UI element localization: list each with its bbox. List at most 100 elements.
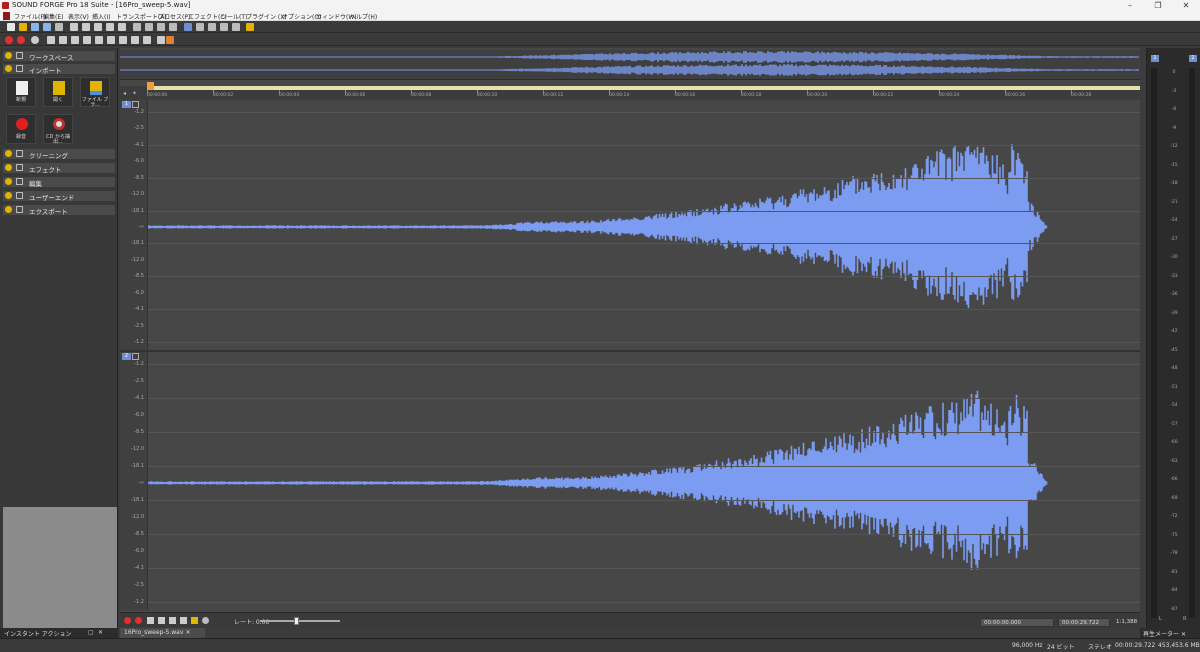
close-button[interactable]: ✕ — [1172, 0, 1200, 11]
section-edit[interactable]: 編集 — [3, 177, 115, 188]
meter-tab[interactable]: 再生メーター ✕ — [1140, 628, 1200, 638]
loop-icon[interactable] — [202, 617, 209, 624]
document-tab[interactable]: 16Pro_sweep-5.wav ✕ — [120, 628, 205, 638]
pencil-tool-icon[interactable] — [208, 23, 216, 31]
section-workspace[interactable]: ワークスペース — [3, 51, 115, 62]
overview-bar[interactable] — [119, 50, 1140, 80]
selection-start-field[interactable]: 00:00:00.000 — [980, 618, 1054, 627]
meter-channel-2[interactable]: 2 — [1189, 55, 1197, 62]
new-icon[interactable] — [7, 23, 15, 31]
new-file-icon — [16, 81, 28, 95]
forward-icon[interactable] — [119, 36, 127, 44]
loop-icon[interactable] — [31, 36, 39, 44]
record-arm-icon[interactable] — [17, 36, 25, 44]
stop-icon[interactable] — [169, 617, 176, 624]
import-cd-extract-tile[interactable]: CD から抽出... — [43, 114, 73, 145]
go-end-icon[interactable] — [131, 36, 139, 44]
channel-number[interactable]: 1 — [122, 101, 131, 108]
rewind-icon[interactable] — [107, 36, 115, 44]
meter-scale-label: -30 — [1170, 255, 1178, 260]
section-export[interactable]: エクスポート — [3, 205, 115, 216]
save-icon[interactable] — [31, 23, 39, 31]
trim-icon[interactable] — [118, 23, 126, 31]
go-start-icon[interactable] — [95, 36, 103, 44]
channel-2[interactable]: 2 -1.2 -2.5 -4.1 -6.0 -8.5 -12.0 -18.1 -∞ -18.1 -… — [120, 352, 1140, 610]
punch-icon[interactable] — [157, 36, 165, 44]
meter-scale-label: -48 — [1170, 366, 1178, 371]
paste-icon[interactable] — [94, 23, 102, 31]
cut-icon[interactable] — [70, 23, 78, 31]
envelope-tool-icon[interactable] — [220, 23, 228, 31]
section-import[interactable]: インポート — [3, 64, 115, 75]
rate-slider-knob[interactable] — [294, 617, 299, 625]
section-cleaning[interactable]: クリーニング — [3, 149, 115, 160]
rate-slider[interactable] — [260, 617, 340, 625]
play-all-icon[interactable] — [47, 36, 55, 44]
ruler-snap-icon[interactable]: ✦ — [132, 90, 137, 97]
menu-process[interactable]: プロセス(P) — [158, 12, 190, 21]
play-icon[interactable] — [180, 617, 187, 624]
status-bit-depth: 24 ビット — [1047, 644, 1075, 651]
save-as-icon[interactable] — [43, 23, 51, 31]
import-file-browser-tile[interactable]: ファイル ブラ... — [80, 77, 110, 108]
play-icon[interactable] — [59, 36, 67, 44]
snap-icon[interactable] — [166, 36, 174, 44]
channel-minimize-icon[interactable] — [132, 353, 139, 360]
next-marker-icon[interactable] — [143, 36, 151, 44]
copy-icon[interactable] — [82, 23, 90, 31]
maximize-button[interactable]: ❐ — [1144, 0, 1172, 11]
close-tab-icon[interactable]: ✕ — [1181, 631, 1186, 638]
import-new-tile[interactable]: 新規 — [6, 77, 36, 107]
go-start-icon[interactable] — [147, 617, 154, 624]
pin-icon[interactable]: ▢ — [88, 629, 94, 636]
waveform-channel-1[interactable] — [148, 100, 1140, 350]
undo-icon[interactable] — [133, 23, 141, 31]
menu-help[interactable]: ヘルプ(H) — [350, 12, 377, 21]
ruler-tick: 00:00:12 — [543, 90, 564, 98]
mix-icon[interactable] — [106, 23, 114, 31]
close-tab-icon[interactable]: ✕ — [185, 629, 190, 636]
pause-icon[interactable] — [71, 36, 79, 44]
channel-minimize-icon[interactable] — [132, 101, 139, 108]
minimize-button[interactable]: – — [1116, 0, 1144, 11]
section-effects[interactable]: エフェクト — [3, 163, 115, 174]
record-icon[interactable] — [5, 36, 13, 44]
plugin-icon[interactable] — [246, 23, 254, 31]
playhead-marker[interactable] — [147, 82, 154, 90]
record-arm-icon[interactable] — [135, 617, 142, 624]
menu-tools[interactable]: ツール(T) — [221, 12, 247, 21]
go-end-icon[interactable] — [158, 617, 165, 624]
event-tool-icon[interactable] — [232, 23, 240, 31]
section-user-end[interactable]: ユーザーエンド — [3, 191, 115, 202]
open-icon[interactable] — [19, 23, 27, 31]
open-folder-icon — [53, 81, 65, 95]
menu-plugins[interactable]: プラグイン (X) — [246, 12, 287, 21]
record-icon[interactable] — [124, 617, 131, 624]
channel-number[interactable]: 2 — [122, 353, 131, 360]
history-icon[interactable] — [169, 23, 177, 31]
redo-icon[interactable] — [145, 23, 153, 31]
menu-edit[interactable]: 編集(E) — [43, 12, 63, 21]
status-bar: 96,000 Hz 24 ビット ステレオ 00:00:29.722 453,4… — [0, 638, 1200, 652]
scrub-icon[interactable] — [191, 617, 198, 624]
close-tab-icon[interactable]: ✕ — [98, 629, 103, 636]
selection-end-field[interactable]: 00:00:29.722 — [1058, 618, 1110, 627]
instant-actions-tab[interactable]: インスタント アクション ▢ ✕ — [0, 628, 118, 638]
waveform-channel-2[interactable] — [148, 352, 1140, 610]
time-ruler[interactable]: ◂ ✦ 00:00:00 00:00:02 00:00:04 00:00:06 … — [120, 82, 1140, 100]
menu-view[interactable]: 表示(V) — [68, 12, 89, 21]
stop-icon[interactable] — [83, 36, 91, 44]
repeat-icon[interactable] — [157, 23, 165, 31]
meter-channel-1[interactable]: 1 — [1151, 55, 1159, 62]
magnify-tool-icon[interactable] — [196, 23, 204, 31]
selection-bar[interactable] — [147, 86, 1140, 90]
grid-line — [148, 210, 1140, 212]
menu-file[interactable]: ファイル(F) — [14, 12, 46, 21]
ruler-lock-icon[interactable]: ◂ — [123, 90, 126, 97]
channel-1[interactable]: 1 -1.2 -2.5 -4.1 -6.0 -8.5 -12.0 -18.1 -∞ -18.1 -… — [120, 100, 1140, 350]
render-icon[interactable] — [55, 23, 63, 31]
edit-tool-icon[interactable] — [184, 23, 192, 31]
import-record-tile[interactable]: 録音 — [6, 114, 36, 144]
import-open-tile[interactable]: 開く — [43, 77, 73, 107]
menu-insert[interactable]: 挿入(I) — [92, 12, 110, 21]
